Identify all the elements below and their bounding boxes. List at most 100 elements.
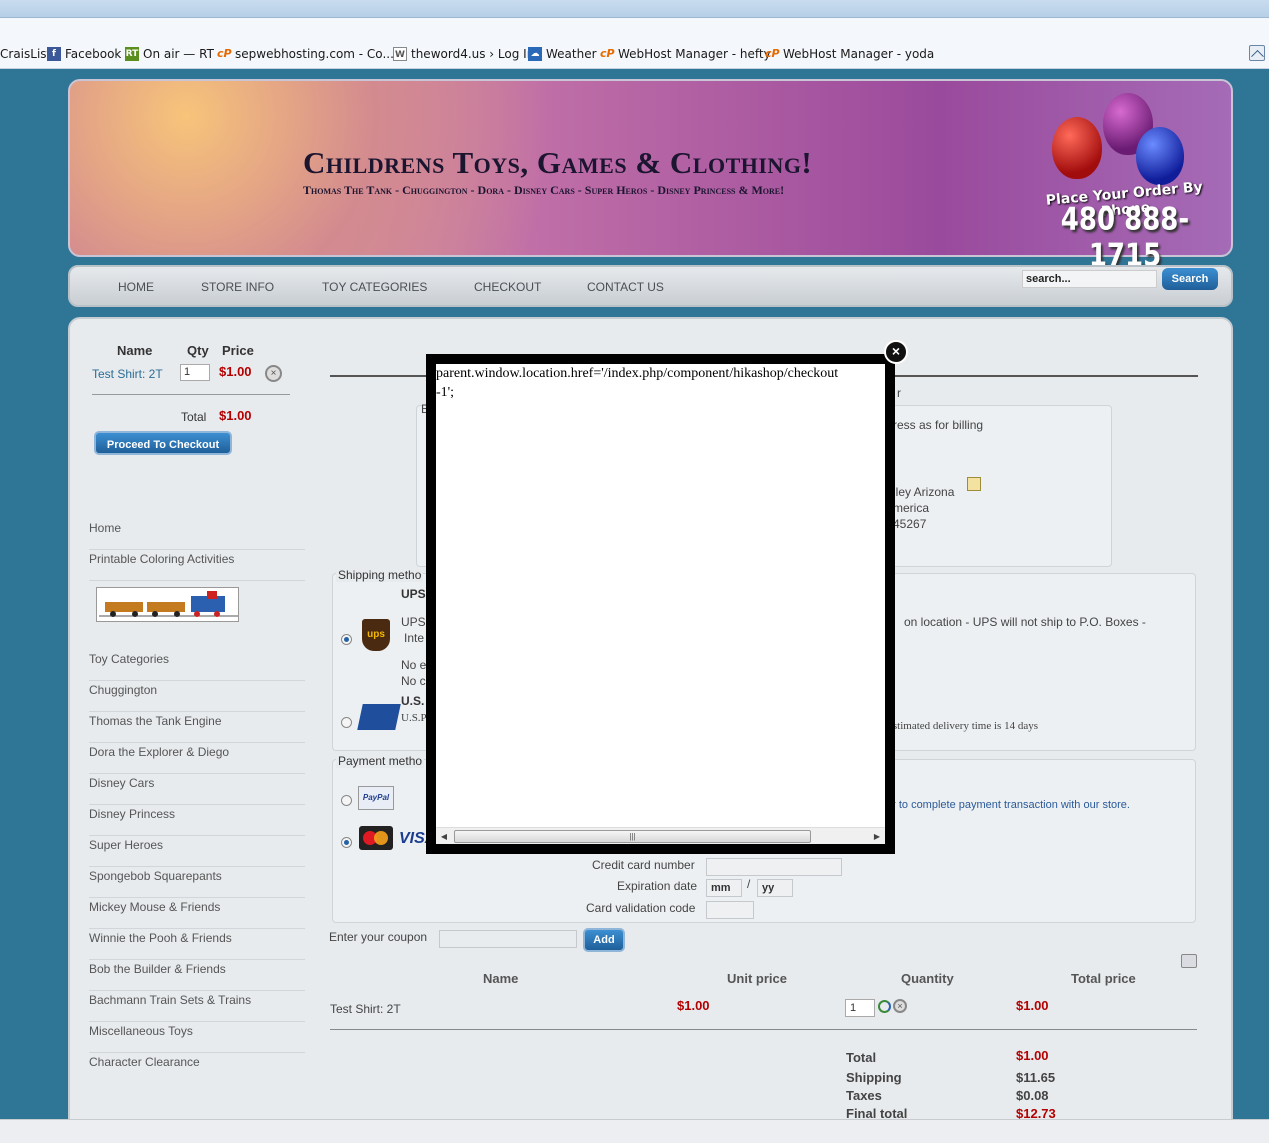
order-row-qty-input[interactable]: 1 <box>845 999 875 1017</box>
facebook-icon: f <box>47 47 61 61</box>
print-icon[interactable] <box>1181 954 1197 968</box>
sidebar-item-misc[interactable]: Miscellaneous Toys <box>89 1022 305 1053</box>
close-icon[interactable]: × <box>884 340 908 364</box>
horizontal-scrollbar[interactable]: ◀ ||| ▶ <box>436 827 885 844</box>
sidebar-item-chuggington[interactable]: Chuggington <box>89 681 305 712</box>
summary-taxes-value: $0.08 <box>1016 1088 1049 1103</box>
nav-home[interactable]: HOME <box>118 280 154 294</box>
bookmark-whm-yoda[interactable]: cP WebHost Manager - yoda <box>765 45 934 63</box>
search-button[interactable]: Search <box>1162 268 1218 290</box>
bookmark-whm-hefty[interactable]: cP WebHost Manager - hefty <box>600 45 771 63</box>
modal-iframe[interactable]: parent.window.location.href='/index.php/… <box>436 364 885 844</box>
sidebar-item-spongebob[interactable]: Spongebob Squarepants <box>89 867 305 898</box>
bookmark-sepwebhosting[interactable]: cP sepwebhosting.com - Co... <box>217 45 394 63</box>
sidebar-item-bob[interactable]: Bob the Builder & Friends <box>89 960 305 991</box>
bookmark-label: WebHost Manager - yoda <box>783 47 935 61</box>
payment-radio-paypal[interactable] <box>341 795 352 806</box>
sidebar-item-super-heroes[interactable]: Super Heroes <box>89 836 305 867</box>
remove-icon[interactable]: × <box>265 365 282 382</box>
bookmark-craigslist[interactable]: CraisList <box>0 45 51 63</box>
sidebar-item-home[interactable]: Home <box>89 519 305 550</box>
cpanel-icon: cP <box>600 47 615 60</box>
wordpress-icon: W <box>393 47 407 61</box>
blue-balloon-icon <box>1136 127 1184 185</box>
bookmark-label: Weather <box>546 47 597 61</box>
scroll-right-icon[interactable]: ▶ <box>871 830 883 843</box>
sidebar-item-coloring[interactable]: Printable Coloring Activities <box>89 550 305 581</box>
sidebar-item-toy-categories[interactable]: Toy Categories <box>89 650 305 681</box>
nav-toy-categories[interactable]: TOY CATEGORIES <box>322 280 427 294</box>
order-th-total-price: Total price <box>1071 971 1136 986</box>
home-icon[interactable] <box>1249 45 1265 61</box>
cart-header-qty: Qty <box>187 343 209 358</box>
site-header: Childrens Toys, Games & Clothing! Thomas… <box>68 79 1233 274</box>
summary-total-value: $1.00 <box>1016 1048 1049 1063</box>
order-row-name[interactable]: Test Shirt: 2T <box>330 1002 401 1016</box>
cc-number-input[interactable] <box>706 858 842 876</box>
cpanel-icon: cP <box>217 47 232 60</box>
bookmark-theword4[interactable]: Wtheword4.us › Log In <box>393 45 534 63</box>
cart-total-label: Total <box>181 410 207 424</box>
payment-radio-card[interactable] <box>341 837 352 848</box>
scroll-left-icon[interactable]: ◀ <box>438 830 450 843</box>
sidebar-item-winnie[interactable]: Winnie the Pooh & Friends <box>89 929 305 960</box>
remove-icon[interactable]: × <box>893 999 907 1013</box>
order-row-unit-price: $1.00 <box>677 998 710 1013</box>
sidebar-item-dora[interactable]: Dora the Explorer & Diego <box>89 743 305 774</box>
order-divider <box>330 1029 1197 1030</box>
search-input[interactable]: search... <box>1022 270 1157 288</box>
nav-checkout[interactable]: CHECKOUT <box>474 280 541 294</box>
cvc-input[interactable] <box>706 901 754 919</box>
train-image[interactable] <box>96 587 239 622</box>
ups-desc-right: on location - UPS will not ship to P.O. … <box>904 615 1146 629</box>
summary-total-label: Total <box>846 1050 877 1065</box>
sidebar-item-bachmann[interactable]: Bachmann Train Sets & Trains <box>89 991 305 1022</box>
usps-eagle-icon <box>357 704 401 730</box>
summary-shipping-label: Shipping <box>846 1070 902 1085</box>
add-coupon-button[interactable]: Add <box>583 928 625 952</box>
nav-store-info[interactable]: STORE INFO <box>201 280 274 294</box>
sidebar-item-thomas[interactable]: Thomas the Tank Engine <box>89 712 305 743</box>
paypal-desc-right: er to complete payment transaction with … <box>886 799 1130 811</box>
bookmark-weather[interactable]: ☁ Weather <box>528 45 597 63</box>
shipping-radio-ups[interactable] <box>341 634 352 645</box>
summary-shipping-value: $11.65 <box>1016 1070 1056 1085</box>
bookmark-label: sepwebhosting.com - Co... <box>235 47 394 61</box>
sidebar-item-mickey[interactable]: Mickey Mouse & Friends <box>89 898 305 929</box>
refresh-icon[interactable] <box>878 1000 891 1013</box>
coupon-input[interactable] <box>439 930 577 948</box>
nav-contact-us[interactable]: CONTACT US <box>587 280 664 294</box>
cart-item-name[interactable]: Test Shirt: 2T <box>92 367 163 381</box>
exp-month-input[interactable]: mm <box>706 879 742 897</box>
bookmark-rt[interactable]: RT On air — RT <box>125 45 214 63</box>
cart-total: $1.00 <box>219 408 252 423</box>
bookmark-label: On air — RT <box>143 47 214 61</box>
rt-icon: RT <box>125 47 139 61</box>
sidebar-item-disney-cars[interactable]: Disney Cars <box>89 774 305 805</box>
ups-title: UPS <box>401 587 426 601</box>
cart-item-price: $1.00 <box>219 364 252 379</box>
shipping-radio-usps[interactable] <box>341 717 352 728</box>
bookmark-label: theword4.us › Log In <box>411 47 535 61</box>
cart-qty-input[interactable]: 1 <box>180 364 210 381</box>
summary-taxes-label: Taxes <box>846 1088 882 1103</box>
edit-address-icon[interactable] <box>967 477 981 491</box>
ups-note-2: No c <box>401 674 426 688</box>
main-nav: HOME STORE INFO TOY CATEGORIES CHECKOUT … <box>68 265 1233 307</box>
site-title: Childrens Toys, Games & Clothing! <box>303 145 813 180</box>
summary-final-label: Final total <box>846 1106 908 1119</box>
scrollbar-thumb[interactable]: ||| <box>454 830 811 843</box>
exp-year-input[interactable]: yy <box>757 879 793 897</box>
sidebar-item-disney-princess[interactable]: Disney Princess <box>89 805 305 836</box>
order-th-quantity: Quantity <box>901 971 954 986</box>
bookmarks-bar: CraisList f Facebook RT On air — RT cP sepw… <box>0 18 1269 69</box>
order-row-total: $1.00 <box>1016 998 1049 1013</box>
sidebar-item-clearance[interactable]: Character Clearance <box>89 1053 305 1084</box>
coupon-label: Enter your coupon <box>329 930 428 944</box>
order-th-unit-price: Unit price <box>727 971 787 986</box>
proceed-checkout-button[interactable]: Proceed To Checkout <box>94 431 232 455</box>
phone-number[interactable]: 480 888-1715 <box>1035 202 1215 274</box>
bookmark-facebook[interactable]: f Facebook <box>47 45 121 63</box>
usps-title: U.S. <box>401 694 425 708</box>
red-balloon-icon <box>1052 117 1102 179</box>
